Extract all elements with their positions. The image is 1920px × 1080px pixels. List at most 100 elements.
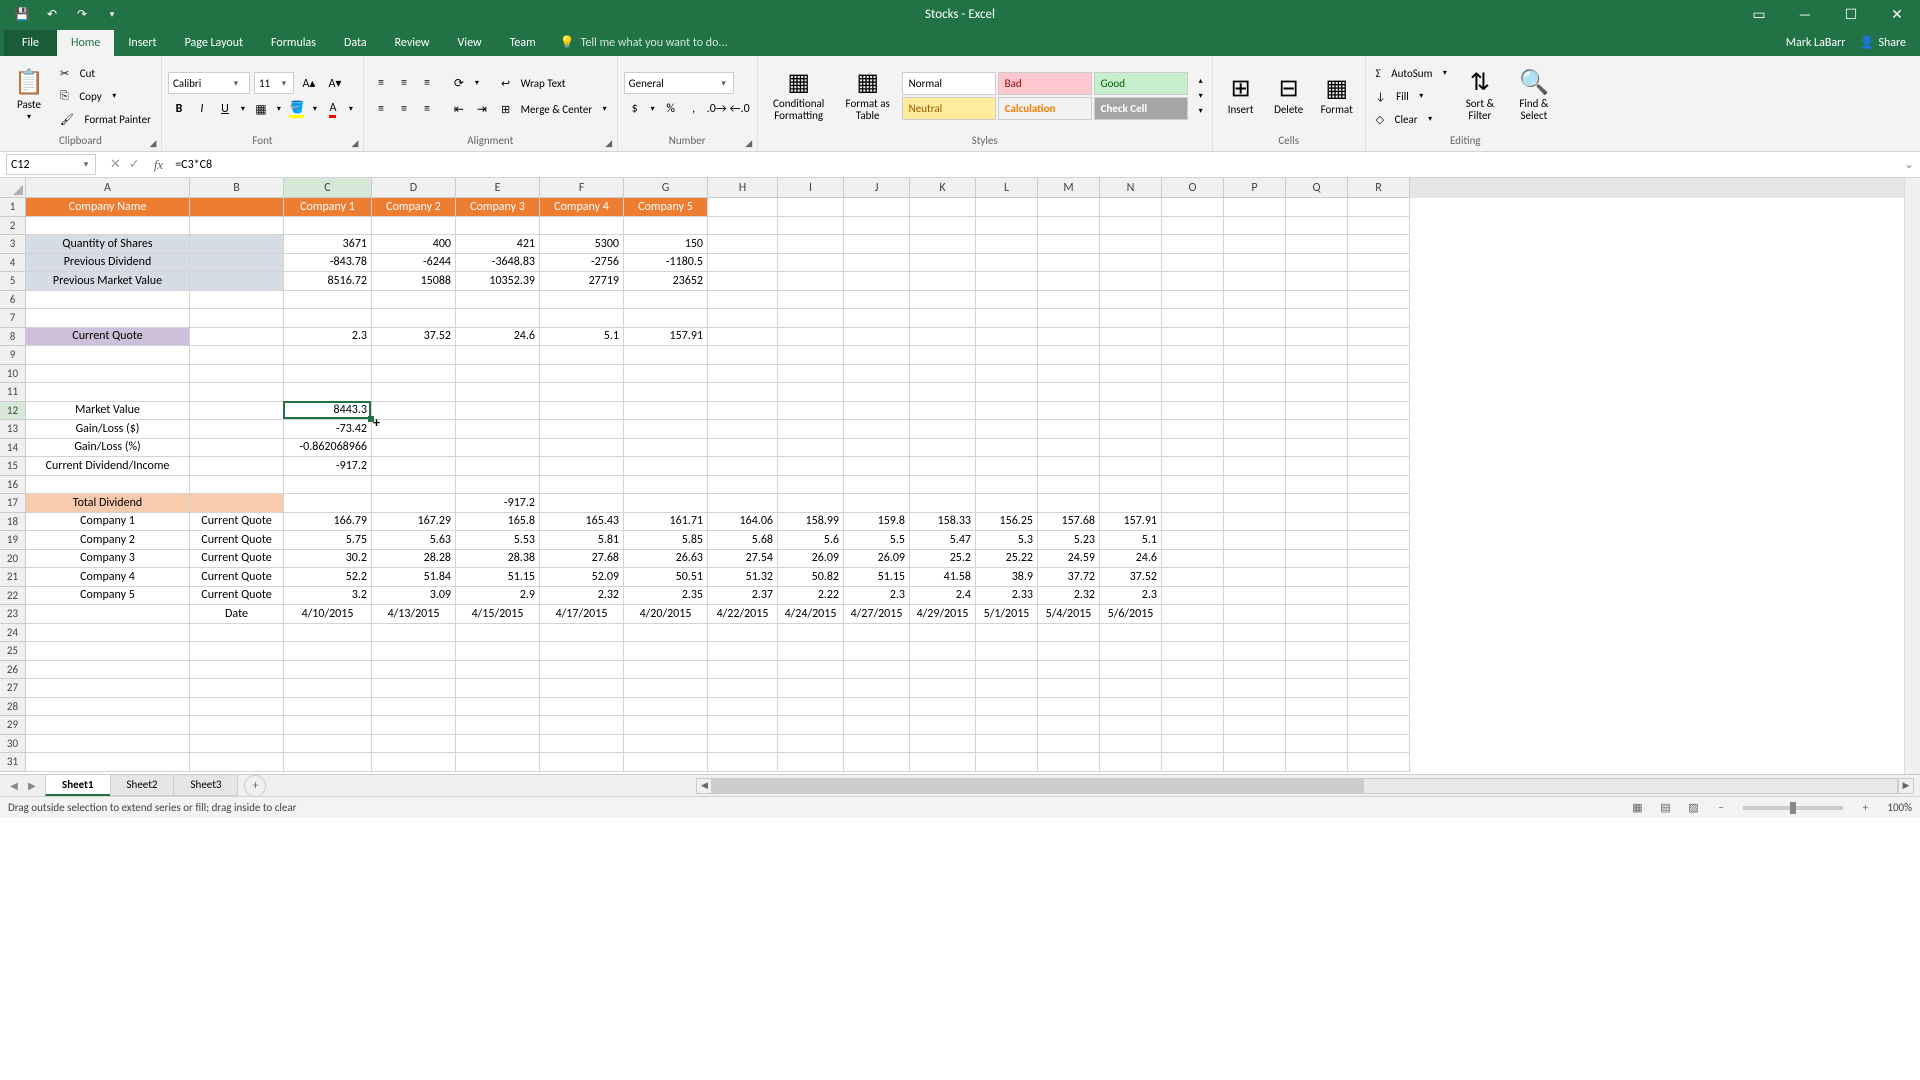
cell-O17[interactable] <box>1162 494 1224 513</box>
cell-R27[interactable] <box>1348 679 1410 698</box>
cell-P26[interactable] <box>1224 661 1286 680</box>
cell-B31[interactable] <box>190 753 284 772</box>
cell-G25[interactable] <box>624 642 708 661</box>
cell-A24[interactable] <box>26 624 190 643</box>
cell-L18[interactable]: 156.25 <box>976 513 1038 532</box>
cell-F12[interactable] <box>540 402 624 421</box>
cell-D15[interactable] <box>372 457 456 476</box>
cell-P14[interactable] <box>1224 439 1286 458</box>
cell-P7[interactable] <box>1224 309 1286 328</box>
cell-Q20[interactable] <box>1286 550 1348 569</box>
cell-E4[interactable]: -3648.83 <box>456 254 540 273</box>
cell-O23[interactable] <box>1162 605 1224 624</box>
cell-M19[interactable]: 5.23 <box>1038 531 1100 550</box>
wrap-text-button[interactable]: ↩ Wrap Text <box>497 72 611 94</box>
cell-P28[interactable] <box>1224 698 1286 717</box>
clipboard-dialog-launcher[interactable]: ◢ <box>147 137 159 149</box>
cell-N4[interactable] <box>1100 254 1162 273</box>
cell-E7[interactable] <box>456 309 540 328</box>
row-header-29[interactable]: 29 <box>0 716 26 735</box>
cell-Q30[interactable] <box>1286 735 1348 754</box>
cell-C5[interactable]: 8516.72 <box>284 272 372 291</box>
cell-G22[interactable]: 2.35 <box>624 587 708 606</box>
format-cells-button[interactable]: ▦ Format <box>1315 61 1359 131</box>
cell-D22[interactable]: 3.09 <box>372 587 456 606</box>
cell-E16[interactable] <box>456 476 540 495</box>
cell-H29[interactable] <box>708 716 778 735</box>
conditional-formatting-button[interactable]: ▦ Conditional Formatting <box>764 61 834 131</box>
cell-M27[interactable] <box>1038 679 1100 698</box>
cell-P16[interactable] <box>1224 476 1286 495</box>
cell-L3[interactable] <box>976 235 1038 254</box>
tab-insert[interactable]: Insert <box>114 30 170 56</box>
cell-C31[interactable] <box>284 753 372 772</box>
cell-K21[interactable]: 41.58 <box>910 568 976 587</box>
cell-E13[interactable] <box>456 420 540 439</box>
cell-B3[interactable] <box>190 235 284 254</box>
cell-E15[interactable] <box>456 457 540 476</box>
cell-F29[interactable] <box>540 716 624 735</box>
cell-F26[interactable] <box>540 661 624 680</box>
cell-O3[interactable] <box>1162 235 1224 254</box>
cell-M22[interactable]: 2.32 <box>1038 587 1100 606</box>
tab-data[interactable]: Data <box>330 30 381 56</box>
cell-M2[interactable] <box>1038 217 1100 236</box>
row-header-21[interactable]: 21 <box>0 568 26 587</box>
align-middle-button[interactable]: ≡ <box>393 72 415 94</box>
cell-O7[interactable] <box>1162 309 1224 328</box>
autosum-button[interactable]: Σ AutoSum ▾ <box>1372 62 1451 84</box>
cell-K22[interactable]: 2.4 <box>910 587 976 606</box>
cell-F16[interactable] <box>540 476 624 495</box>
cell-G19[interactable]: 5.85 <box>624 531 708 550</box>
cell-H24[interactable] <box>708 624 778 643</box>
underline-dropdown[interactable]: ▾ <box>237 98 249 120</box>
cell-A12[interactable]: Market Value <box>26 402 190 421</box>
cell-R9[interactable] <box>1348 346 1410 365</box>
align-bottom-button[interactable]: ≡ <box>416 72 438 94</box>
cell-G14[interactable] <box>624 439 708 458</box>
cell-I23[interactable]: 4/24/2015 <box>778 605 844 624</box>
styles-scroll-up[interactable]: ▴ <box>1190 74 1212 89</box>
cell-E27[interactable] <box>456 679 540 698</box>
cell-N21[interactable]: 37.52 <box>1100 568 1162 587</box>
cell-Q11[interactable] <box>1286 383 1348 402</box>
cell-I25[interactable] <box>778 642 844 661</box>
cell-I14[interactable] <box>778 439 844 458</box>
cell-Q29[interactable] <box>1286 716 1348 735</box>
cell-R21[interactable] <box>1348 568 1410 587</box>
close-button[interactable]: ✕ <box>1874 0 1920 28</box>
cell-E26[interactable] <box>456 661 540 680</box>
cell-P17[interactable] <box>1224 494 1286 513</box>
cell-K14[interactable] <box>910 439 976 458</box>
cell-I10[interactable] <box>778 365 844 384</box>
decrease-decimal-button[interactable]: ←.0 <box>729 98 751 120</box>
cell-K17[interactable] <box>910 494 976 513</box>
cell-E14[interactable] <box>456 439 540 458</box>
cell-M20[interactable]: 24.59 <box>1038 550 1100 569</box>
sort-filter-button[interactable]: ⇅ Sort & Filter <box>1455 61 1505 131</box>
cell-B6[interactable] <box>190 291 284 310</box>
cell-H22[interactable]: 2.37 <box>708 587 778 606</box>
cell-E25[interactable] <box>456 642 540 661</box>
cell-R26[interactable] <box>1348 661 1410 680</box>
cell-A31[interactable] <box>26 753 190 772</box>
font-color-dropdown[interactable]: ▾ <box>345 98 357 120</box>
cell-R15[interactable] <box>1348 457 1410 476</box>
cell-K15[interactable] <box>910 457 976 476</box>
cell-N31[interactable] <box>1100 753 1162 772</box>
cell-G31[interactable] <box>624 753 708 772</box>
cell-M24[interactable] <box>1038 624 1100 643</box>
align-top-button[interactable]: ≡ <box>370 72 392 94</box>
style-neutral[interactable]: Neutral <box>902 97 996 120</box>
row-header-10[interactable]: 10 <box>0 365 26 384</box>
cell-B16[interactable] <box>190 476 284 495</box>
cell-A27[interactable] <box>26 679 190 698</box>
cell-O2[interactable] <box>1162 217 1224 236</box>
cell-R28[interactable] <box>1348 698 1410 717</box>
cell-L9[interactable] <box>976 346 1038 365</box>
cell-D21[interactable]: 51.84 <box>372 568 456 587</box>
cell-R13[interactable] <box>1348 420 1410 439</box>
row-header-28[interactable]: 28 <box>0 698 26 717</box>
cell-A9[interactable] <box>26 346 190 365</box>
chevron-down-icon[interactable]: ▾ <box>77 159 95 170</box>
